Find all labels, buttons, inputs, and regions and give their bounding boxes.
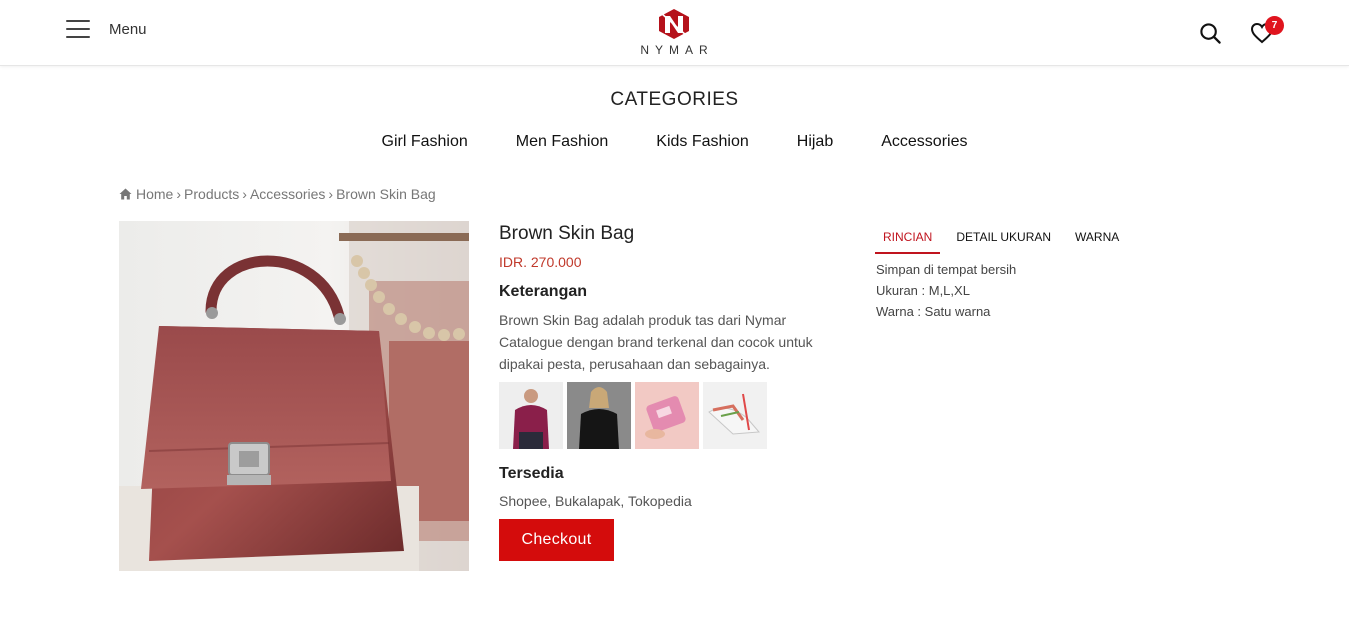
thumbnail-image[interactable]: [499, 382, 563, 449]
menu-button[interactable]: Menu: [66, 20, 147, 38]
product-price: IDR. 270.000: [499, 254, 582, 270]
breadcrumb-separator: ›: [176, 186, 182, 202]
detail-color: Warna : Satu warna: [876, 304, 991, 319]
available-heading: Tersedia: [499, 465, 564, 482]
menu-label: Menu: [109, 20, 147, 38]
category-kids-fashion[interactable]: Kids Fashion: [656, 133, 749, 151]
tab-detail-ukuran[interactable]: DETAIL UKURAN: [948, 226, 1059, 254]
related-thumbnails: [499, 382, 844, 449]
category-men-fashion[interactable]: Men Fashion: [516, 133, 609, 151]
breadcrumb-separator: ›: [242, 186, 247, 202]
detail-size: Ukuran : M,L,XL: [876, 283, 970, 298]
breadcrumb-separator: ›: [328, 186, 334, 202]
checkout-button[interactable]: Checkout: [499, 519, 614, 561]
tab-warna[interactable]: WARNA: [1067, 226, 1127, 254]
detail-care: Simpan di tempat bersih: [876, 262, 1017, 277]
thumbnail-image[interactable]: [567, 382, 631, 449]
product-description: Brown Skin Bag adalah produk tas dari Ny…: [499, 312, 813, 372]
category-nav: Girl Fashion Men Fashion Kids Fashion Hi…: [0, 133, 1349, 151]
home-icon: [119, 188, 132, 200]
product-info: Brown Skin Bag IDR. 270.000 Keterangan B…: [499, 221, 844, 561]
thumbnail-image[interactable]: [703, 382, 767, 449]
breadcrumb: Home › Products › Accessories › Brown Sk…: [119, 186, 436, 202]
categories-title: CATEGORIES: [610, 89, 739, 110]
product-detail-tabs: RINCIAN DETAIL UKURAN WARNA: [875, 226, 1135, 254]
category-girl-fashion[interactable]: Girl Fashion: [382, 133, 468, 151]
description-heading: Keterangan: [499, 283, 588, 300]
breadcrumb-products[interactable]: Products: [184, 186, 239, 202]
hamburger-icon: [66, 20, 90, 38]
product-title: Brown Skin Bag: [499, 223, 635, 244]
logo-text: NYMAR: [640, 43, 714, 57]
tab-content: Simpan di tempat bersih Ukuran : M,L,XL …: [876, 259, 1016, 322]
search-icon: [1200, 23, 1221, 44]
search-button[interactable]: [1199, 22, 1222, 50]
tab-rincian[interactable]: RINCIAN: [875, 226, 941, 254]
breadcrumb-current: Brown Skin Bag: [336, 186, 436, 202]
logo-mark-icon: [659, 9, 689, 39]
category-accessories[interactable]: Accessories: [881, 133, 967, 151]
breadcrumb-category[interactable]: Accessories: [250, 186, 325, 202]
site-header: Menu NYMAR 7: [0, 0, 1349, 66]
product-main-image: [119, 221, 469, 571]
available-stores: Shopee, Bukalapak, Tokopedia: [499, 493, 692, 509]
breadcrumb-home[interactable]: Home: [136, 186, 173, 202]
thumbnail-image[interactable]: [635, 382, 699, 449]
category-hijab[interactable]: Hijab: [797, 133, 833, 151]
wishlist-count-badge: 7: [1265, 16, 1284, 35]
site-logo[interactable]: NYMAR: [626, 8, 722, 58]
